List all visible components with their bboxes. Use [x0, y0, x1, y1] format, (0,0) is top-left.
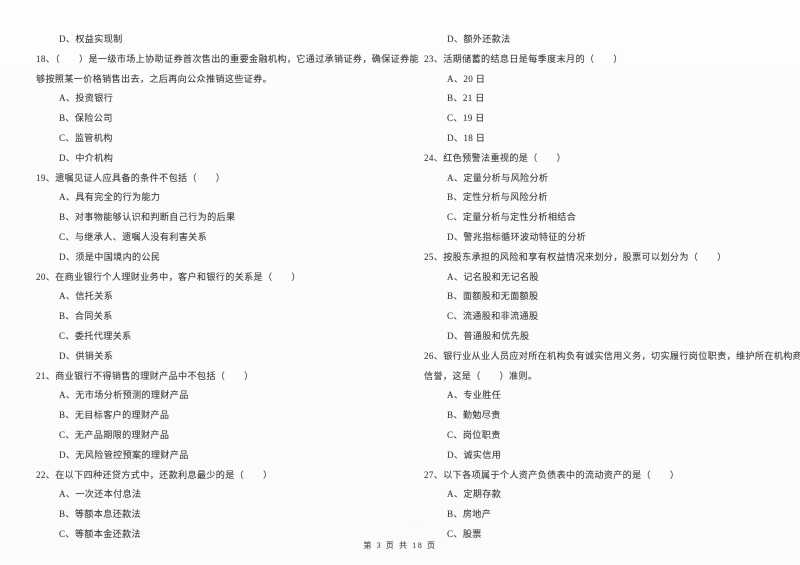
option-23-b: B、21 日	[447, 93, 485, 104]
option-20-d: D、供销关系	[59, 350, 114, 361]
question-stem-18-line2: 够按照某一价格销售出去，之后再向公众推销这些证券。	[36, 73, 273, 84]
option-25-c: C、流通股和非流通股	[447, 311, 539, 322]
question-stem-18-line1: 18、（ ）是一级市场上协助证券首次售出的重要金融机构，它通过承销证券，确保证券…	[36, 53, 419, 64]
question-stem-26-line1: 26、银行业从业人员应对所在机构负有诚实信用义务，切实履行岗位职责，维护所在机构…	[424, 350, 800, 361]
option-18-b: B、保险公司	[59, 113, 113, 124]
question-stem-24: 24、红色预警法重视的是（ ）	[424, 152, 567, 163]
right-column: D、额外还款法 23、活期储蓄的结息日是每季度末月的（ ） A、20 日 B、2…	[400, 30, 800, 539]
question-block-22: 22、在以下四种还贷方式中，还款利息最少的是（ ） A、一次还本付息法 B、等额…	[34, 466, 382, 545]
option-24-b: B、定性分析与风险分析	[447, 192, 548, 203]
option-24-a: A、定量分析与风险分析	[447, 172, 549, 183]
question-block-25: 25、按股东承担的风险和享有权益情况来划分，股票可以划分为（ ） A、记名股和无…	[422, 248, 766, 347]
option-25-b: B、面额股和无面额股	[447, 291, 539, 302]
question-stem-25: 25、按股东承担的风险和享有权益情况来划分，股票可以划分为（ ）	[424, 251, 727, 262]
option-26-c: C、岗位职责	[447, 429, 501, 440]
option-19-a: A、具有完全的行为能力	[59, 192, 161, 203]
option-19-d: D、须是中国境内的公民	[59, 251, 161, 262]
option-21-d: D、无风险管控预案的理财产品	[59, 449, 189, 460]
question-stem-23: 23、活期储蓄的结息日是每季度末月的（ ）	[424, 53, 623, 64]
option-24-d: D、警兆指标循环波动特征的分析	[447, 231, 587, 242]
question-block-19: 19、遗嘱见证人应具备的条件不包括（ ） A、具有完全的行为能力 B、对事物能够…	[34, 169, 382, 268]
orphan-option-left: D、权益实现制	[59, 34, 123, 44]
question-stem-27: 27、以下各项属于个人资产负债表中的流动资产的是（ ）	[424, 469, 680, 480]
option-23-a: A、20 日	[447, 73, 486, 84]
orphan-option-right: D、额外还款法	[447, 34, 511, 44]
option-26-a: A、专业胜任	[447, 390, 502, 401]
question-stem-20: 20、在商业银行个人理财业务中，客户和银行的关系是（ ）	[36, 271, 301, 282]
option-18-d: D、中介机构	[59, 152, 114, 163]
option-23-c: C、19 日	[447, 113, 485, 124]
option-19-b: B、对事物能够认识和判断自己行为的后果	[59, 212, 236, 223]
question-stem-22: 22、在以下四种还贷方式中，还款利息最少的是（ ）	[36, 469, 273, 480]
left-column: D、权益实现制 18、（ ）是一级市场上协助证券首次售出的重要金融机构，它通过承…	[34, 30, 419, 539]
option-18-a: A、投资银行	[59, 93, 114, 104]
document-page: D、权益实现制 18、（ ）是一级市场上协助证券首次售出的重要金融机构，它通过承…	[0, 0, 800, 565]
question-stem-21: 21、商业银行不得销售的理财产品中不包括（ ）	[36, 370, 254, 381]
question-block-18: 18、（ ）是一级市场上协助证券首次售出的重要金融机构，它通过承销证券，确保证券…	[34, 50, 419, 169]
question-stem-26-line2: 信誉，这是（ ）准则。	[424, 370, 538, 381]
page-footer: 第 3 页 共 18 页	[363, 541, 437, 550]
option-19-c: C、与继承人、遗嘱人没有利害关系	[59, 231, 208, 242]
option-20-c: C、委托代理关系	[59, 330, 132, 341]
option-21-c: C、无产品期限的理财产品	[59, 429, 170, 440]
option-21-b: B、无目标客户的理财产品	[59, 410, 170, 421]
two-column-body: D、权益实现制 18、（ ）是一级市场上协助证券首次售出的重要金融机构，它通过承…	[0, 30, 800, 539]
option-25-d: D、普通股和优先股	[447, 330, 530, 341]
question-stem-19: 19、遗嘱见证人应具备的条件不包括（ ）	[36, 172, 226, 183]
option-26-b: B、勤勉尽责	[447, 410, 501, 421]
option-25-a: A、记名股和无记名股	[447, 271, 539, 282]
option-22-a: A、一次还本付息法	[59, 489, 142, 500]
option-20-a: A、信托关系	[59, 291, 114, 302]
option-26-d: D、诚实信用	[447, 449, 502, 460]
question-block-23: 23、活期储蓄的结息日是每季度末月的（ ） A、20 日 B、21 日 C、19…	[422, 50, 766, 149]
option-18-c: C、监管机构	[59, 132, 113, 143]
option-24-c: C、定量分析与定性分析相结合	[447, 212, 577, 223]
question-block-27: 27、以下各项属于个人资产负债表中的流动资产的是（ ） A、定期存款 B、房地产…	[422, 466, 766, 545]
option-22-b: B、等额本息还款法	[59, 509, 141, 520]
question-block-21: 21、商业银行不得销售的理财产品中不包括（ ） A、无市场分析预测的理财产品 B…	[34, 367, 382, 466]
question-block-20: 20、在商业银行个人理财业务中，客户和银行的关系是（ ） A、信托关系 B、合同…	[34, 268, 382, 367]
option-20-b: B、合同关系	[59, 311, 113, 322]
option-27-a: A、定期存款	[447, 489, 502, 500]
option-21-a: A、无市场分析预测的理财产品	[59, 390, 189, 401]
option-23-d: D、18 日	[447, 132, 486, 143]
question-block-26: 26、银行业从业人员应对所在机构负有诚实信用义务，切实履行岗位职责，维护所在机构…	[422, 347, 800, 466]
question-block-24: 24、红色预警法重视的是（ ） A、定量分析与风险分析 B、定性分析与风险分析 …	[422, 149, 766, 248]
option-27-b: B、房地产	[447, 509, 492, 520]
